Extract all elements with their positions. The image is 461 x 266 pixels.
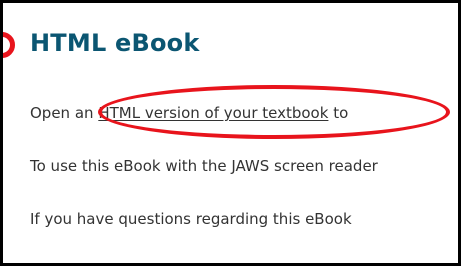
html-textbook-link[interactable]: HTML version of your textbook: [98, 104, 328, 122]
panel-heading: HTML eBook: [30, 29, 200, 57]
open-ebook-text: Open an HTML version of your textbook to: [30, 104, 348, 122]
open-ebook-prefix: Open an: [30, 104, 99, 122]
open-ebook-suffix: to: [328, 104, 349, 122]
annotation-marker: [3, 32, 15, 58]
html-ebook-panel: HTML eBook Open an HTML version of your …: [0, 0, 461, 266]
jaws-instructions-text: To use this eBook with the JAWS screen r…: [30, 157, 378, 175]
questions-text: If you have questions regarding this eBo…: [30, 210, 352, 228]
